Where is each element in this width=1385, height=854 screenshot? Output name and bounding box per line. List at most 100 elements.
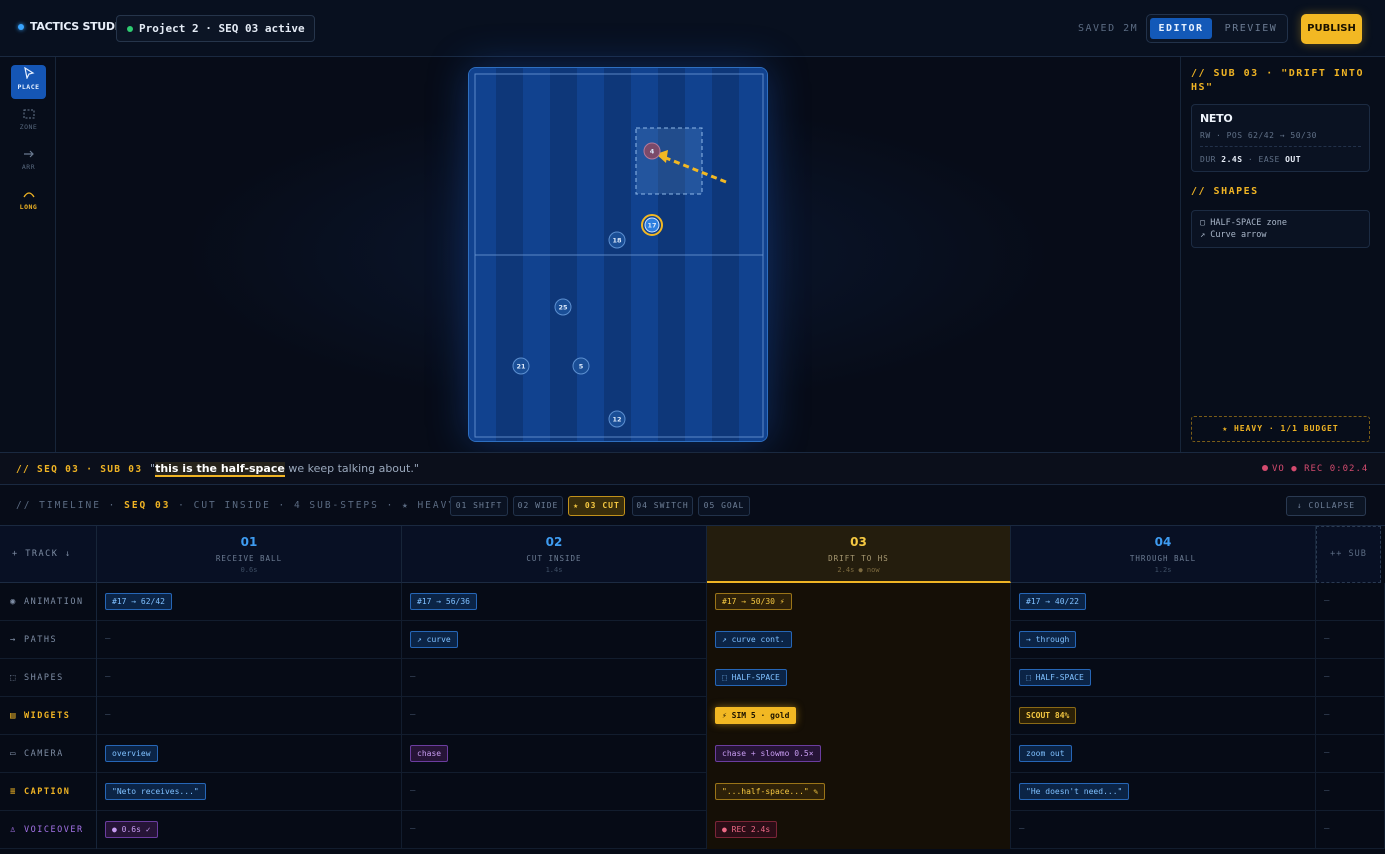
preview-mode-button[interactable]: PREVIEW bbox=[1219, 18, 1283, 39]
track-cell[interactable]: ⬚ HALF-SPACE bbox=[1011, 659, 1316, 697]
track-cell[interactable]: — bbox=[1316, 583, 1385, 621]
pitch-canvas[interactable]: 4 17 18 25 21 5 12 bbox=[56, 57, 1180, 452]
clip-pill[interactable]: #17 → 62/42 bbox=[105, 593, 172, 610]
seq-chip-04[interactable]: 04 SWITCH bbox=[632, 496, 693, 516]
clip-pill[interactable]: overview bbox=[105, 745, 158, 762]
clip-pill[interactable]: chase bbox=[410, 745, 449, 762]
player-marker-12[interactable]: 12 bbox=[608, 410, 626, 428]
add-track-button[interactable]: + TRACK ↓ bbox=[0, 526, 97, 583]
track-cell[interactable]: ● 0.6s ✓ bbox=[97, 811, 402, 849]
clip-pill[interactable]: ● REC 2.4s bbox=[715, 821, 778, 838]
clip-pill[interactable]: ⬚ HALF-SPACE bbox=[715, 669, 787, 686]
track-cell[interactable]: — bbox=[97, 659, 402, 697]
pitch[interactable]: 4 17 18 25 21 5 12 bbox=[468, 67, 768, 442]
player-marker-5[interactable]: 5 bbox=[572, 357, 590, 375]
clip-pill[interactable]: "...half-space..." ✎ bbox=[715, 783, 826, 800]
tool-zone-button[interactable]: ZONE bbox=[11, 105, 46, 139]
track-cell[interactable]: — bbox=[402, 697, 707, 735]
clip-pill[interactable]: SCOUT 84% bbox=[1019, 707, 1077, 724]
track-label[interactable]: ≡ CAPTION bbox=[0, 773, 97, 811]
player-marker-4[interactable]: 4 bbox=[643, 142, 661, 160]
track-cell[interactable]: ↗ curve bbox=[402, 621, 707, 659]
track-cell[interactable]: overview bbox=[97, 735, 402, 773]
track-cell[interactable]: → through bbox=[1011, 621, 1316, 659]
caption-text[interactable]: "this is the half-space we keep talking … bbox=[150, 462, 419, 477]
sub-column-03[interactable]: 03 DRIFT TO HS 2.4s ● now bbox=[707, 526, 1011, 583]
track-cell[interactable]: "Neto receives..." bbox=[97, 773, 402, 811]
track-cell[interactable]: — bbox=[1316, 735, 1385, 773]
track-cell[interactable]: zoom out bbox=[1011, 735, 1316, 773]
track-cell[interactable]: #17 → 50/30 ⚡ bbox=[707, 583, 1011, 621]
player-marker-17[interactable]: 17 bbox=[641, 214, 663, 236]
track-cell[interactable]: ● REC 2.4s bbox=[707, 811, 1011, 849]
shape-item-zone[interactable]: ▢ HALF-SPACE zone bbox=[1200, 217, 1361, 229]
tool-place-button[interactable]: PLACE bbox=[11, 65, 46, 99]
track-label[interactable]: ♙ VOICEOVER bbox=[0, 811, 97, 849]
clip-pill[interactable]: ⚡ SIM 5 · gold bbox=[715, 707, 797, 724]
track-cell[interactable]: — bbox=[402, 811, 707, 849]
track-cell[interactable]: ↗ curve cont. bbox=[707, 621, 1011, 659]
track-cell[interactable]: #17 → 40/22 bbox=[1011, 583, 1316, 621]
track-cell[interactable]: "He doesn't need..." bbox=[1011, 773, 1316, 811]
clip-pill[interactable]: "He doesn't need..." bbox=[1019, 783, 1130, 800]
clip-pill[interactable]: chase + slowmo 0.5× bbox=[715, 745, 821, 762]
track-label[interactable]: ▤ WIDGETS bbox=[0, 697, 97, 735]
player-marker-25[interactable]: 25 bbox=[554, 298, 572, 316]
track-cell[interactable]: — bbox=[1011, 811, 1316, 849]
track-cell[interactable]: — bbox=[1316, 773, 1385, 811]
track-cell[interactable]: ⬚ HALF-SPACE bbox=[707, 659, 1011, 697]
player-card[interactable]: NETO RW · POS 62/42 → 50/30 DUR 2.4S · E… bbox=[1191, 104, 1370, 172]
clip-pill[interactable]: ↗ curve cont. bbox=[715, 631, 792, 648]
track-cell[interactable]: — bbox=[402, 659, 707, 697]
clip-pill[interactable]: "Neto receives..." bbox=[105, 783, 206, 800]
clip-pill[interactable]: #17 → 56/36 bbox=[410, 593, 477, 610]
sub-column-01[interactable]: 01 RECEIVE BALL 0.6s bbox=[97, 526, 402, 583]
track-cell[interactable]: "...half-space..." ✎ bbox=[707, 773, 1011, 811]
sub-column-04[interactable]: 04 THROUGH BALL 1.2s bbox=[1011, 526, 1316, 583]
track-label[interactable]: ◉ ANIMATION bbox=[0, 583, 97, 621]
editor-mode-button[interactable]: EDITOR bbox=[1150, 18, 1212, 39]
track-cell[interactable]: chase bbox=[402, 735, 707, 773]
sub-column-02[interactable]: 02 CUT INSIDE 1.4s bbox=[402, 526, 707, 583]
track-cell[interactable]: — bbox=[1316, 659, 1385, 697]
project-selector[interactable]: Project 2 · SEQ 03 active bbox=[116, 15, 315, 42]
track-cell[interactable]: #17 → 62/42 bbox=[97, 583, 402, 621]
clip-pill[interactable]: #17 → 50/30 ⚡ bbox=[715, 593, 792, 610]
shape-item-arrow[interactable]: ↗ Curve arrow bbox=[1200, 229, 1361, 241]
ease-value[interactable]: OUT bbox=[1285, 155, 1301, 164]
track-cell[interactable]: — bbox=[97, 697, 402, 735]
tool-long-button[interactable]: LONG bbox=[11, 185, 46, 219]
track-cell[interactable]: chase + slowmo 0.5× bbox=[707, 735, 1011, 773]
dur-value[interactable]: 2.4S bbox=[1221, 155, 1242, 164]
track-cell[interactable]: ⚡ SIM 5 · gold bbox=[707, 697, 1011, 735]
seq-chip-02[interactable]: 02 WIDE bbox=[513, 496, 563, 516]
col-title: DRIFT TO HS bbox=[828, 554, 889, 563]
track-cell[interactable]: — bbox=[1316, 811, 1385, 849]
collapse-button[interactable]: ↓ COLLAPSE bbox=[1286, 496, 1366, 516]
track-cell[interactable]: — bbox=[402, 773, 707, 811]
track-cell[interactable]: #17 → 56/36 bbox=[402, 583, 707, 621]
sub-title: // SUB 03 · "DRIFT INTO HS" bbox=[1191, 68, 1364, 93]
seq-chip-05[interactable]: 05 GOAL bbox=[698, 496, 750, 516]
player-marker-21[interactable]: 21 bbox=[512, 357, 530, 375]
half-space-zone[interactable] bbox=[635, 127, 703, 195]
player-marker-18[interactable]: 18 bbox=[608, 231, 626, 249]
clip-pill[interactable]: ● 0.6s ✓ bbox=[105, 821, 158, 838]
track-label[interactable]: → PATHS bbox=[0, 621, 97, 659]
track-cell[interactable]: — bbox=[1316, 697, 1385, 735]
clip-pill[interactable]: ↗ curve bbox=[410, 631, 458, 648]
track-cell[interactable]: SCOUT 84% bbox=[1011, 697, 1316, 735]
seq-chip-03[interactable]: ★ 03 CUT bbox=[568, 496, 625, 516]
track-label[interactable]: ▭ CAMERA bbox=[0, 735, 97, 773]
track-label[interactable]: ⬚ SHAPES bbox=[0, 659, 97, 697]
tool-arrow-button[interactable]: ARR bbox=[11, 145, 46, 179]
clip-pill[interactable]: → through bbox=[1019, 631, 1077, 648]
publish-button[interactable]: PUBLISH bbox=[1301, 14, 1362, 44]
add-sub-button[interactable]: ++ SUB bbox=[1316, 526, 1381, 583]
clip-pill[interactable]: ⬚ HALF-SPACE bbox=[1019, 669, 1091, 686]
track-cell[interactable]: — bbox=[97, 621, 402, 659]
clip-pill[interactable]: #17 → 40/22 bbox=[1019, 593, 1086, 610]
clip-pill[interactable]: zoom out bbox=[1019, 745, 1072, 762]
seq-chip-01[interactable]: 01 SHIFT bbox=[450, 496, 508, 516]
track-cell[interactable]: — bbox=[1316, 621, 1385, 659]
